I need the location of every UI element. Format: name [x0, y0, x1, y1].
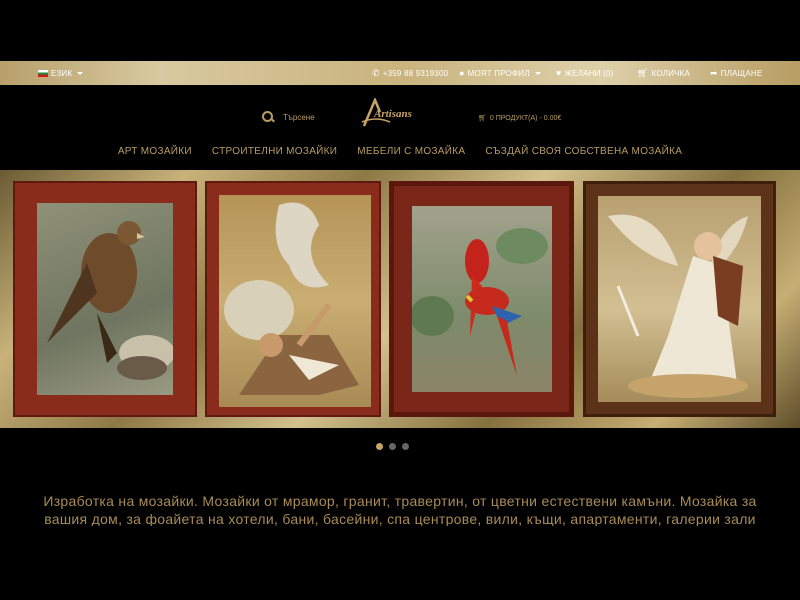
slider-dots — [376, 443, 409, 450]
hero-slider[interactable] — [0, 170, 800, 428]
search-icon[interactable] — [262, 111, 274, 123]
phone-icon: ✆ — [372, 67, 380, 78]
hawk-illustration — [47, 221, 173, 380]
cart-link[interactable]: 🛒︎ КОЛИЧКА — [637, 61, 690, 85]
chevron-down-icon — [534, 71, 541, 75]
slider-dot-2[interactable] — [389, 443, 396, 450]
man-horse-illustration — [224, 202, 359, 395]
main-nav: АРТ МОЗАЙКИ СТРОИТЕЛНИ МОЗАЙКИ МЕБЕЛИ С … — [0, 146, 800, 157]
parrots-mosaic-image[interactable] — [389, 181, 574, 417]
search-box[interactable] — [262, 111, 363, 123]
header-cart[interactable]: 🛒︎ 0 ПРОДУКТ(А) - 0.00€ — [478, 114, 562, 123]
hawk-mosaic-image[interactable] — [13, 181, 197, 417]
wishlist-link[interactable]: ♥ ЖЕЛАНИ (0) — [556, 61, 613, 85]
cart-icon: 🛒︎ — [637, 67, 649, 78]
wishlist-label: ЖЕЛАНИ (0) — [564, 68, 614, 78]
phone-link[interactable]: ✆ +359 88 9319300 — [372, 61, 448, 85]
language-selector[interactable]: ЕЗИК — [38, 61, 84, 85]
checkout-link[interactable]: ➦ ПЛАЩАНЕ — [710, 61, 762, 85]
nav-art-mosaics[interactable]: АРТ МОЗАЙКИ — [118, 146, 192, 157]
parrots-illustration — [412, 228, 548, 376]
cart-summary: 0 ПРОДУКТ(А) - 0.00€ — [489, 114, 562, 122]
language-label: ЕЗИК — [51, 68, 73, 78]
nav-furniture-mosaics[interactable]: МЕБЕЛИ С МОЗАЙКА — [357, 146, 465, 157]
man-and-horse-mosaic-image[interactable] — [205, 181, 381, 417]
slider-dot-3[interactable] — [402, 443, 409, 450]
profile-menu[interactable]: ● МОЯТ ПРОФИЛ — [459, 61, 541, 85]
chevron-down-icon — [77, 71, 84, 75]
user-icon: ● — [459, 67, 465, 78]
cart-icon: 🛒︎ — [478, 115, 487, 122]
angel-illustration — [608, 214, 748, 398]
logo-text: Artisans — [374, 108, 412, 120]
slider-dot-1[interactable] — [376, 443, 383, 450]
phone-number: +359 88 9319300 — [382, 68, 449, 78]
nav-construction-mosaics[interactable]: СТРОИТЕЛНИ МОЗАЙКИ — [212, 146, 337, 157]
cart-label: КОЛИЧКА — [651, 68, 691, 78]
top-bar: ЕЗИК ✆ +359 88 9319300 ● МОЯТ ПРОФИЛ ♥ Ж… — [0, 61, 800, 85]
share-arrow-icon: ➦ — [710, 67, 718, 78]
site-logo[interactable]: Artisans — [360, 96, 440, 128]
intro-description: Изработка на мозайки. Мозайки от мрамор,… — [43, 493, 757, 526]
angel-mosaic-image[interactable] — [583, 181, 776, 417]
search-input[interactable] — [283, 112, 363, 122]
heart-icon: ♥ — [556, 67, 562, 78]
nav-create-your-mosaic[interactable]: СЪЗДАЙ СВОЯ СОБСТВЕНА МОЗАЙКА — [485, 146, 682, 157]
bulgarian-flag-icon — [38, 69, 48, 77]
checkout-label: ПЛАЩАНЕ — [720, 68, 763, 78]
profile-label: МОЯТ ПРОФИЛ — [467, 68, 530, 78]
